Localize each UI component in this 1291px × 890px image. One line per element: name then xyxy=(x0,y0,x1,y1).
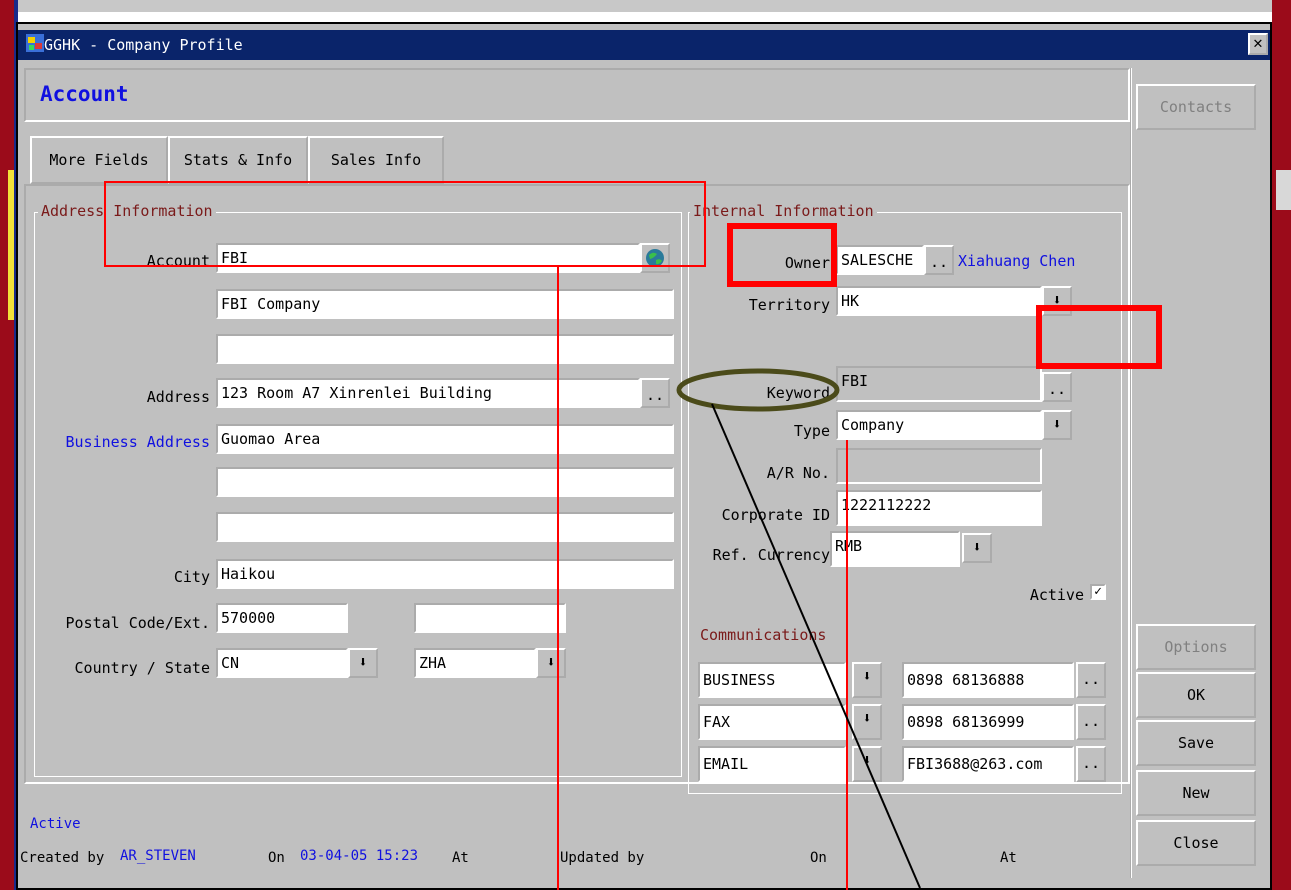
annotation-overlay xyxy=(676,368,921,889)
annotation-olive-ellipse xyxy=(676,368,840,412)
annotation-black-line xyxy=(711,403,921,889)
